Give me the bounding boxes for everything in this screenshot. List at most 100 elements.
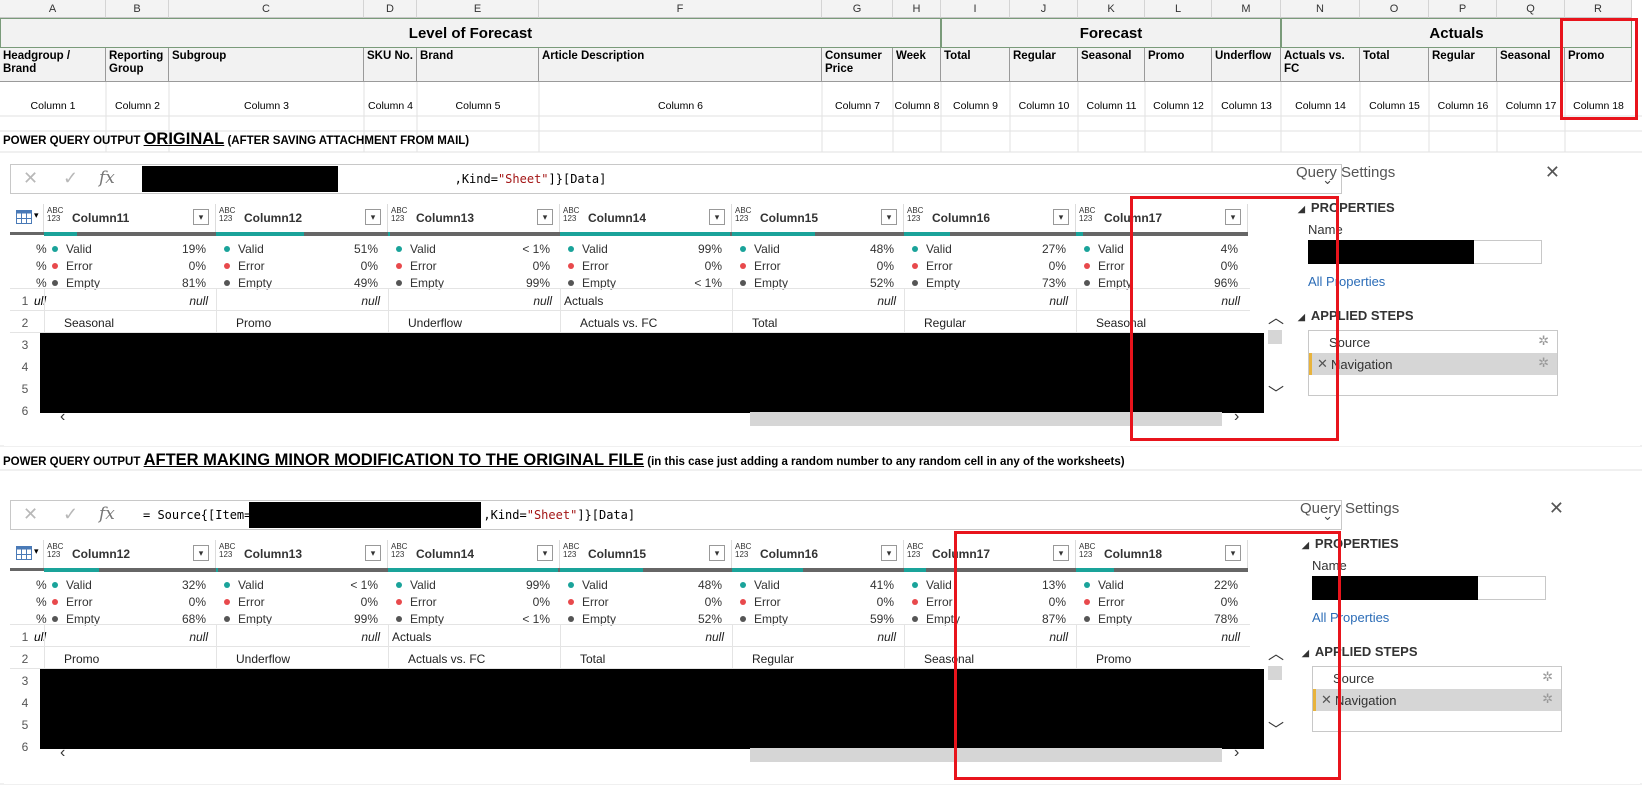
column-letter[interactable]: H <box>893 0 941 18</box>
header-cell[interactable]: SKU No. <box>364 48 417 82</box>
cell-value[interactable]: Actuals <box>392 630 431 644</box>
cancel-icon[interactable]: ✕ <box>23 504 38 525</box>
gear-icon[interactable]: ✲ <box>1542 669 1553 685</box>
type-any-icon[interactable]: ABC 123 <box>391 207 407 223</box>
column-filter-button[interactable]: ▾ <box>709 545 725 561</box>
row-number[interactable]: 4 <box>10 696 40 710</box>
column-letter[interactable]: B <box>106 0 169 18</box>
column-name-cell[interactable]: Column 14 <box>1281 96 1360 116</box>
column-name-cell[interactable]: Column 15 <box>1360 96 1429 116</box>
column-letter[interactable]: N <box>1281 0 1360 18</box>
column-filter-button[interactable]: ▾ <box>881 209 897 225</box>
row-number[interactable]: 6 <box>10 404 40 418</box>
type-any-icon[interactable]: ABC 123 <box>907 207 923 223</box>
row-number[interactable]: 5 <box>10 382 40 396</box>
column-name-cell[interactable]: Column 10 <box>1010 96 1078 116</box>
cell-value[interactable]: Seasonal <box>64 316 114 330</box>
header-cell[interactable]: Underflow <box>1212 48 1281 82</box>
header-cell[interactable]: Actuals vs. FC <box>1281 48 1360 82</box>
fx-icon[interactable]: fx <box>99 504 115 524</box>
header-cell[interactable]: Seasonal <box>1497 48 1565 82</box>
column-name-cell[interactable]: Column 5 <box>417 96 539 116</box>
header-cell[interactable]: Week <box>893 48 941 82</box>
table-icon[interactable] <box>16 546 32 560</box>
column-header[interactable]: ABC 123 Column14 ▾ <box>388 540 560 568</box>
formula-bar[interactable]: ✕ ✓ fx = Source{[Item=",Kind="Sheet"]}[D… <box>10 164 1342 194</box>
fx-icon[interactable]: fx <box>99 168 115 188</box>
header-cell[interactable]: Regular <box>1010 48 1078 82</box>
column-header[interactable]: ABC 123 Column12 ▾ <box>216 204 388 232</box>
column-filter-button[interactable]: ▾ <box>537 545 553 561</box>
column-title[interactable]: Column11 <box>72 211 129 225</box>
cell-value[interactable]: Total <box>752 316 777 330</box>
column-letter[interactable]: J <box>1010 0 1078 18</box>
commit-icon[interactable]: ✓ <box>63 504 78 525</box>
column-filter-button[interactable]: ▾ <box>537 209 553 225</box>
column-title[interactable]: Column13 <box>416 211 474 225</box>
cell-null[interactable]: null <box>216 630 380 644</box>
cell-value[interactable]: Total <box>580 652 605 666</box>
header-cell[interactable]: Total <box>941 48 1010 82</box>
header-cell[interactable]: Subgroup <box>169 48 364 82</box>
type-any-icon[interactable]: ABC 123 <box>47 543 63 559</box>
column-filter-button[interactable]: ▾ <box>1053 209 1069 225</box>
column-title[interactable]: Column16 <box>932 211 990 225</box>
cell-null[interactable]: null <box>388 294 552 308</box>
cell-value[interactable]: Actuals vs. FC <box>580 316 657 330</box>
cell-value[interactable]: Underflow <box>408 316 462 330</box>
gear-icon[interactable]: ✲ <box>1538 333 1549 349</box>
column-name-cell[interactable]: Column 7 <box>822 96 893 116</box>
cell-null[interactable]: null <box>560 630 724 644</box>
type-any-icon[interactable]: ABC 123 <box>735 543 751 559</box>
type-any-icon[interactable]: ABC 123 <box>219 207 235 223</box>
type-any-icon[interactable]: ABC 123 <box>563 543 579 559</box>
row-number[interactable]: 6 <box>10 740 40 754</box>
cell-null[interactable]: null <box>44 294 208 308</box>
close-icon[interactable]: ✕ <box>1545 162 1560 183</box>
row-number[interactable]: 1 <box>10 630 40 644</box>
column-letter[interactable]: P <box>1429 0 1497 18</box>
column-filter-button[interactable]: ▾ <box>881 545 897 561</box>
row-number[interactable]: 2 <box>10 652 40 666</box>
column-title[interactable]: Column15 <box>588 547 646 561</box>
column-letter[interactable]: R <box>1565 0 1632 18</box>
column-title[interactable]: Column15 <box>760 211 818 225</box>
type-any-icon[interactable]: ABC 123 <box>907 543 923 559</box>
column-filter-button[interactable]: ▾ <box>193 209 209 225</box>
cell-value[interactable]: Regular <box>752 652 794 666</box>
column-header[interactable]: ABC 123 Column13 ▾ <box>216 540 388 568</box>
cell-value[interactable]: Actuals vs. FC <box>408 652 485 666</box>
cell-null[interactable]: null <box>44 630 208 644</box>
column-letter[interactable]: M <box>1212 0 1281 18</box>
column-title[interactable]: Column14 <box>416 547 474 561</box>
column-name-cell[interactable]: Column 1 <box>0 96 106 116</box>
column-letter[interactable]: O <box>1360 0 1429 18</box>
cell-null[interactable]: null <box>216 294 380 308</box>
cell-null[interactable]: null <box>904 294 1068 308</box>
type-any-icon[interactable]: ABC 123 <box>735 207 751 223</box>
column-title[interactable]: Column16 <box>760 547 818 561</box>
table-menu[interactable]: ▾ <box>10 204 44 232</box>
cell-null[interactable]: null <box>732 294 896 308</box>
column-name-cell[interactable]: Column 11 <box>1078 96 1145 116</box>
column-title[interactable]: Column13 <box>244 547 302 561</box>
row-number[interactable]: 3 <box>10 674 40 688</box>
column-letter[interactable]: F <box>539 0 822 18</box>
column-name-cell[interactable]: Column 3 <box>169 96 364 116</box>
column-letter[interactable]: G <box>822 0 893 18</box>
header-cell[interactable]: Total <box>1360 48 1429 82</box>
cell-value[interactable]: Promo <box>64 652 99 666</box>
header-cell[interactable]: Brand <box>417 48 539 82</box>
commit-icon[interactable]: ✓ <box>63 168 78 189</box>
formula-bar[interactable]: ✕ ✓ fx = Source{[Item= ,Kind="Sheet"]}[Da… <box>10 500 1342 530</box>
column-title[interactable]: Column12 <box>72 547 130 561</box>
column-header[interactable]: ABC 123 Column15 ▾ <box>560 540 732 568</box>
table-menu[interactable]: ▾ <box>10 540 44 568</box>
column-header[interactable]: ABC 123 Column14 ▾ <box>560 204 732 232</box>
step-source[interactable]: Source ✲ <box>1309 331 1557 353</box>
cell-value[interactable]: Underflow <box>236 652 290 666</box>
column-filter-button[interactable]: ▾ <box>365 209 381 225</box>
step-source[interactable]: Source ✲ <box>1313 667 1561 689</box>
close-icon[interactable]: ✕ <box>1549 498 1564 519</box>
column-name-cell[interactable]: Column 16 <box>1429 96 1497 116</box>
